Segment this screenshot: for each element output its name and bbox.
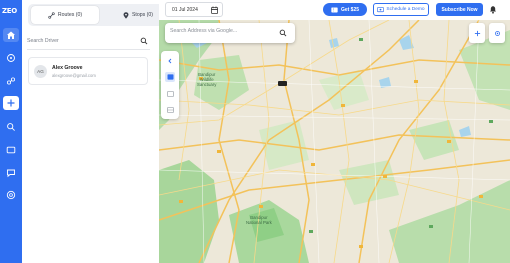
subscribe-button[interactable]: Subscribe Now — [436, 3, 483, 16]
driver-name: Alex Groove — [52, 65, 83, 71]
driver-email: alexgroove@gmail.com — [52, 73, 96, 78]
message-icon[interactable] — [3, 143, 19, 157]
calendar-icon — [211, 6, 218, 14]
demo-icon — [377, 6, 385, 12]
map-tiles — [159, 20, 510, 263]
driver-card[interactable]: AG Alex Groove alexgroove@gmail.com — [28, 57, 148, 85]
map-settings-button[interactable] — [489, 23, 505, 43]
get-25-label: Get $25 — [340, 6, 360, 13]
add-icon[interactable] — [3, 96, 19, 110]
add-stop-map-button[interactable] — [469, 23, 485, 43]
route-icon[interactable] — [3, 51, 19, 65]
home-icon[interactable] — [3, 28, 19, 42]
table-view-button[interactable] — [165, 105, 175, 115]
top-bar: 01 Jul 2024 Get $25 Schedule a Demo Subs… — [159, 0, 510, 20]
date-picker[interactable]: 01 Jul 2024 — [165, 2, 223, 17]
date-value: 01 Jul 2024 — [172, 6, 198, 13]
route-stop-tabs: Routes (0) Stops (0) — [28, 4, 175, 26]
map-label-northwest: Bandipur Wildlife Sanctuary — [197, 72, 217, 87]
bell-icon[interactable] — [489, 5, 497, 14]
map-canvas[interactable]: Bandipur Wildlife Sanctuary Bandipur Nat… — [159, 20, 510, 263]
chat-icon[interactable] — [3, 166, 19, 180]
driver-search-input[interactable] — [27, 38, 127, 44]
side-rail: ZEO — [0, 0, 22, 263]
tab-stops-label: Stops (0) — [131, 12, 154, 18]
driver-search — [27, 33, 150, 50]
table-icon — [166, 107, 174, 113]
avatar: AG — [34, 65, 47, 78]
map-toolbar — [161, 51, 179, 119]
analytics-icon[interactable] — [3, 74, 19, 88]
help-icon[interactable] — [3, 188, 19, 202]
subscribe-label: Subscribe Now — [441, 6, 478, 13]
plus-icon — [474, 30, 480, 36]
list-view-button[interactable] — [165, 89, 175, 99]
app-root: ZEO Routes (0) Stops (0) Search Driver A… — [0, 0, 510, 263]
chevron-left-icon — [168, 58, 172, 64]
map-view-button[interactable] — [165, 72, 175, 82]
tab-routes[interactable]: Routes (0) — [31, 6, 99, 24]
zeo-logo: ZEO — [2, 7, 17, 15]
address-search-input[interactable] — [170, 28, 275, 34]
schedule-demo-label: Schedule a Demo — [386, 7, 425, 12]
map-icon — [167, 74, 173, 80]
grid-icon — [166, 91, 174, 97]
search-icon[interactable] — [140, 37, 148, 45]
get-25-button[interactable]: Get $25 — [323, 3, 367, 16]
collapse-panel-button[interactable] — [165, 56, 175, 66]
address-search — [165, 23, 295, 43]
tab-routes-label: Routes (0) — [57, 12, 83, 18]
search-icon[interactable] — [279, 29, 287, 37]
ticket-icon — [331, 7, 338, 12]
search-icon[interactable] — [3, 120, 19, 134]
map-label-south: Bandipur National Park — [246, 215, 272, 225]
gear-icon — [494, 30, 500, 36]
pin-icon — [123, 11, 129, 19]
route-icon — [48, 11, 55, 19]
schedule-demo-button[interactable]: Schedule a Demo — [373, 3, 429, 16]
